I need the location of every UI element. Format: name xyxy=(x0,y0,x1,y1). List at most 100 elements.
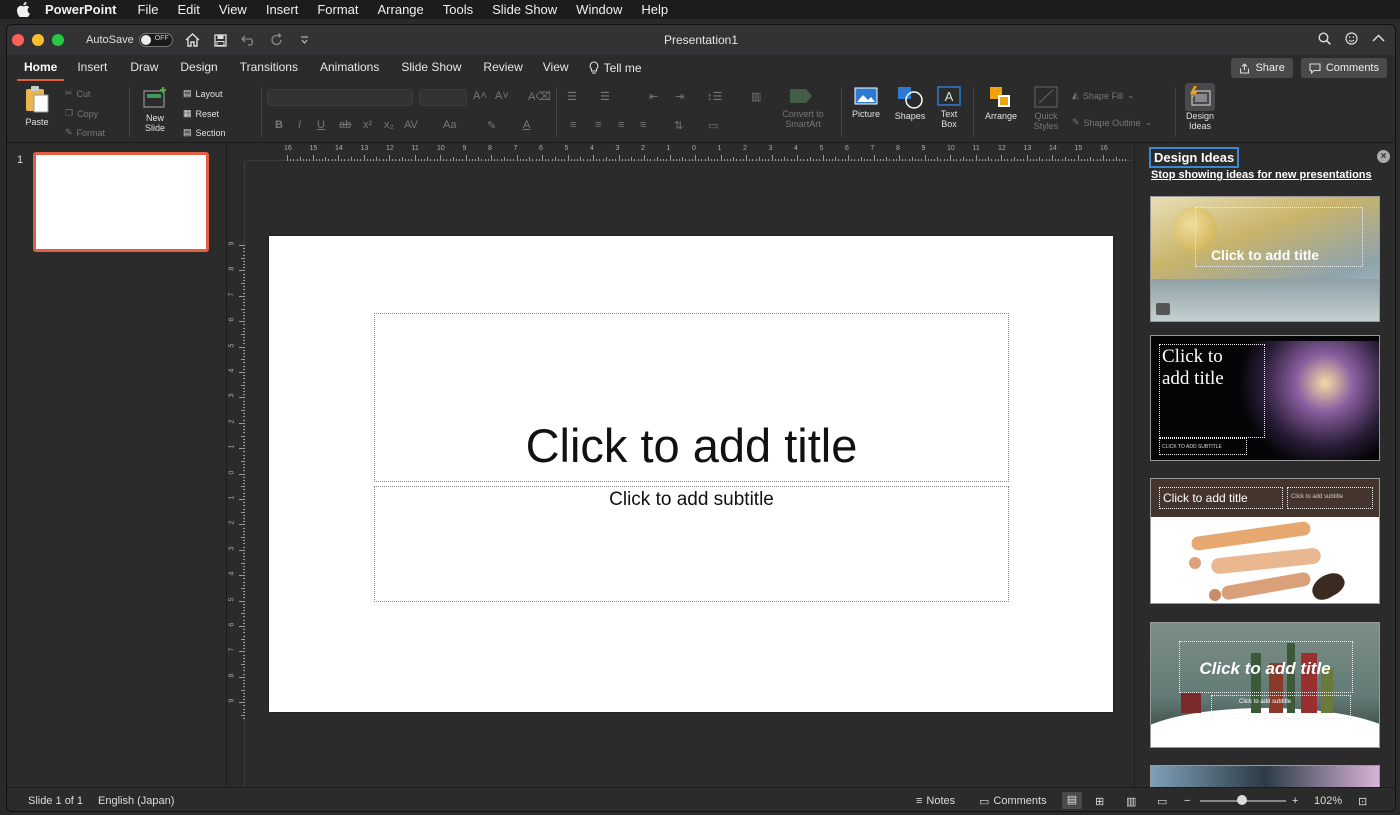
menu-arrange[interactable]: Arrange xyxy=(378,0,424,19)
text-box-button[interactable]: A Text Box xyxy=(934,85,964,129)
zoom-slider-knob[interactable] xyxy=(1237,795,1247,805)
design-idea-card[interactable] xyxy=(1150,765,1380,787)
clear-formatting-icon[interactable]: A⌫ xyxy=(528,90,551,103)
shape-outline-button[interactable]: ✎ Shape Outline ⌄ xyxy=(1072,117,1152,128)
share-button[interactable]: Share xyxy=(1231,58,1293,78)
design-idea-card[interactable]: Click to add title Click to add subtitle xyxy=(1150,478,1380,604)
tab-design[interactable]: Design xyxy=(173,55,224,81)
picture-button[interactable]: Picture xyxy=(847,85,885,119)
menu-format[interactable]: Format xyxy=(317,0,358,19)
decrease-indent-icon[interactable]: ⇤ xyxy=(649,90,658,103)
convert-to-smartart-button[interactable]: Convert to SmartArt xyxy=(777,85,829,129)
menu-edit[interactable]: Edit xyxy=(177,0,199,19)
columns-icon[interactable]: ▥ xyxy=(751,90,761,103)
italic-icon[interactable]: I xyxy=(298,119,301,131)
home-icon[interactable] xyxy=(185,32,201,48)
design-idea-card[interactable]: Click to add title Click to add subtitle xyxy=(1150,622,1380,748)
tab-insert[interactable]: Insert xyxy=(70,55,114,81)
zoom-in-icon[interactable]: + xyxy=(1292,795,1298,807)
minimize-window-button[interactable] xyxy=(32,34,44,46)
slide-sorter-icon[interactable]: ⊞ xyxy=(1095,795,1104,808)
shapes-button[interactable]: Shapes xyxy=(891,85,929,121)
tab-slide-show[interactable]: Slide Show xyxy=(394,55,468,81)
menu-view[interactable]: View xyxy=(219,0,247,19)
new-slide-button[interactable]: New Slide xyxy=(135,85,175,133)
bold-icon[interactable]: B xyxy=(275,119,283,131)
tab-transitions[interactable]: Transitions xyxy=(233,55,305,81)
bullets-icon[interactable]: ☰ xyxy=(567,90,577,103)
align-left-icon[interactable]: ≡ xyxy=(570,119,576,131)
format-painter-button[interactable]: ✎ Format xyxy=(65,127,105,138)
redo-icon[interactable] xyxy=(269,32,285,48)
menu-window[interactable]: Window xyxy=(576,0,622,19)
vertical-ruler[interactable]: 9 8 7 6 5 4 3 2 1 0 1 2 3 4 5 6 7 8 9 xyxy=(228,161,245,787)
title-placeholder[interactable]: Click to add title xyxy=(374,313,1009,482)
slide-thumbnail[interactable] xyxy=(33,152,209,252)
close-pane-icon[interactable]: × xyxy=(1377,150,1390,163)
zoom-window-button[interactable] xyxy=(52,34,64,46)
menu-app-name[interactable]: PowerPoint xyxy=(45,0,117,19)
tab-draw[interactable]: Draw xyxy=(123,55,165,81)
stop-showing-ideas-link[interactable]: Stop showing ideas for new presentations xyxy=(1151,169,1372,181)
normal-view-icon[interactable]: ▤ xyxy=(1062,792,1082,809)
align-center-icon[interactable]: ≡ xyxy=(595,119,601,131)
underline-icon[interactable]: U xyxy=(317,119,325,131)
ribbon-toggle-icon[interactable] xyxy=(1372,32,1385,48)
numbering-icon[interactable]: ☰ xyxy=(600,90,610,103)
design-ideas-button[interactable]: Design Ideas xyxy=(1181,83,1219,131)
copy-button[interactable]: ❐ Copy xyxy=(65,108,98,119)
quick-styles-button[interactable]: Quick Styles xyxy=(1029,85,1063,131)
tab-animations[interactable]: Animations xyxy=(313,55,386,81)
menu-tools[interactable]: Tools xyxy=(443,0,473,19)
fit-to-window-icon[interactable]: ⊡ xyxy=(1358,795,1367,808)
text-direction-icon[interactable]: ⇅ xyxy=(674,119,683,132)
comments-button[interactable]: Comments xyxy=(1300,58,1387,78)
subscript-icon[interactable]: x₂ xyxy=(384,119,394,131)
language-indicator[interactable]: English (Japan) xyxy=(98,795,174,807)
arrange-button[interactable]: Arrange xyxy=(979,85,1023,121)
highlight-icon[interactable]: ✎ xyxy=(487,119,496,132)
align-right-icon[interactable]: ≡ xyxy=(618,119,624,131)
menu-file[interactable]: File xyxy=(138,0,159,19)
font-name-dropdown[interactable] xyxy=(267,89,413,106)
superscript-icon[interactable]: x² xyxy=(363,119,372,131)
shape-fill-button[interactable]: ◭ Shape Fill ⌄ xyxy=(1072,90,1135,101)
zoom-out-icon[interactable]: − xyxy=(1184,795,1190,807)
layout-button[interactable]: ▤ Layout xyxy=(183,88,223,99)
search-icon[interactable] xyxy=(1318,32,1331,48)
comments-status-button[interactable]: ▭ Comments xyxy=(979,795,1047,808)
tab-review[interactable]: Review xyxy=(476,55,529,81)
cut-button[interactable]: ✂ Cut xyxy=(65,88,91,99)
horizontal-ruler[interactable]: 16 15 14 13 12 11 10 9 8 7 6 5 4 3 2 1 0 1 2 3 4 5 6 7 8 9 10 11 12 1… xyxy=(246,144,1133,161)
strikethrough-icon[interactable]: ab xyxy=(339,119,351,131)
save-icon[interactable] xyxy=(213,32,229,48)
increase-font-icon[interactable]: A˄ xyxy=(473,90,487,102)
subtitle-placeholder[interactable]: Click to add subtitle xyxy=(374,486,1009,602)
slide-show-view-icon[interactable]: ▭ xyxy=(1157,795,1167,808)
menu-help[interactable]: Help xyxy=(641,0,668,19)
apple-icon[interactable] xyxy=(17,2,31,18)
increase-indent-icon[interactable]: ⇥ xyxy=(675,90,684,103)
paste-button[interactable]: Paste xyxy=(17,85,57,127)
font-size-dropdown[interactable] xyxy=(419,89,467,106)
menu-insert[interactable]: Insert xyxy=(266,0,299,19)
character-spacing-icon[interactable]: AV xyxy=(404,119,418,131)
tell-me-search[interactable]: Tell me xyxy=(582,55,649,81)
autosave-toggle[interactable]: OFF xyxy=(138,33,173,47)
section-button[interactable]: ▤ Section xyxy=(183,127,226,138)
undo-icon[interactable] xyxy=(240,32,257,48)
line-spacing-icon[interactable]: ↕☰ xyxy=(707,90,722,103)
reset-button[interactable]: ▦ Reset xyxy=(183,108,219,119)
customize-toolbar-icon[interactable] xyxy=(297,32,313,48)
reading-view-icon[interactable]: ▥ xyxy=(1126,795,1136,808)
align-text-icon[interactable]: ▭ xyxy=(708,119,718,132)
slide-canvas[interactable]: Click to add title Click to add subtitle xyxy=(269,236,1113,712)
zoom-level[interactable]: 102% xyxy=(1314,795,1342,807)
tab-home[interactable]: Home xyxy=(17,55,65,81)
close-window-button[interactable] xyxy=(12,34,24,46)
design-idea-card[interactable]: Click to add title CLICK TO ADD SUBTITLE xyxy=(1150,335,1380,461)
change-case-icon[interactable]: Aa xyxy=(443,119,456,131)
justify-icon[interactable]: ≡ xyxy=(640,119,646,131)
decrease-font-icon[interactable]: A˅ xyxy=(495,90,509,102)
tab-view[interactable]: View xyxy=(536,55,576,81)
